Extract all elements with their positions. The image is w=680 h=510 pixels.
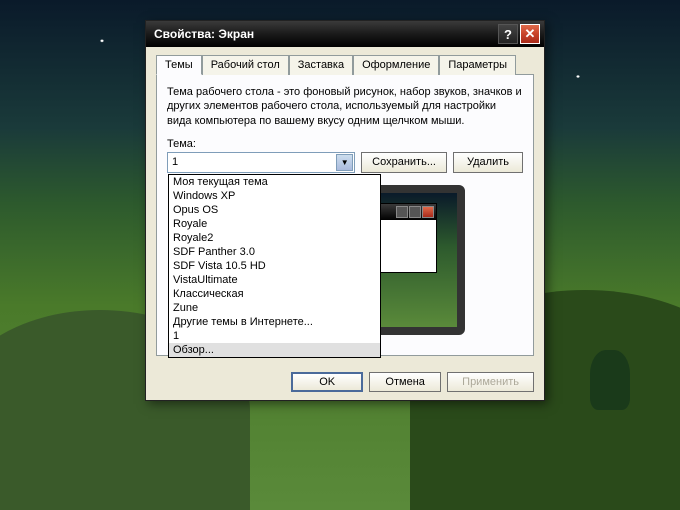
tab-themes[interactable]: Темы: [156, 55, 202, 75]
theme-option-browse[interactable]: Обзор...: [169, 343, 380, 357]
theme-option[interactable]: 1: [169, 329, 380, 343]
save-button[interactable]: Сохранить...: [361, 152, 447, 173]
close-button[interactable]: ✕: [520, 24, 540, 44]
display-properties-dialog: Свойства: Экран ? ✕ Темы Рабочий стол За…: [145, 20, 545, 401]
close-icon: [422, 206, 434, 218]
tab-settings[interactable]: Параметры: [439, 55, 516, 75]
theme-option[interactable]: Royale2: [169, 231, 380, 245]
theme-option[interactable]: SDF Panther 3.0: [169, 245, 380, 259]
theme-option[interactable]: Классическая: [169, 287, 380, 301]
tab-strip: Темы Рабочий стол Заставка Оформление Па…: [156, 55, 534, 75]
apply-button[interactable]: Применить: [447, 372, 534, 392]
theme-dropdown-value: 1: [172, 156, 178, 168]
titlebar-title: Свойства: Экран: [154, 27, 496, 41]
help-icon: ?: [504, 27, 512, 42]
theme-option[interactable]: VistaUltimate: [169, 273, 380, 287]
wallpaper-tree: [590, 350, 630, 410]
help-button[interactable]: ?: [498, 24, 518, 44]
theme-row: 1 ▼ Моя текущая тема Windows XP Opus OS …: [167, 152, 523, 173]
tab-desktop[interactable]: Рабочий стол: [202, 55, 289, 75]
tab-appearance[interactable]: Оформление: [353, 55, 439, 75]
maximize-icon: [409, 206, 421, 218]
theme-description: Тема рабочего стола - это фоновый рисуно…: [167, 85, 523, 128]
theme-option[interactable]: Royale: [169, 217, 380, 231]
close-icon: ✕: [525, 26, 536, 42]
tab-screensaver[interactable]: Заставка: [289, 55, 353, 75]
dialog-footer: OK Отмена Применить: [146, 364, 544, 400]
theme-label: Тема:: [167, 138, 523, 150]
theme-dropdown-list: Моя текущая тема Windows XP Opus OS Roya…: [168, 174, 381, 358]
ok-button[interactable]: OK: [291, 372, 363, 392]
chevron-down-icon[interactable]: ▼: [336, 154, 353, 171]
theme-option[interactable]: Zune: [169, 301, 380, 315]
theme-option[interactable]: Windows XP: [169, 189, 380, 203]
dialog-body: Темы Рабочий стол Заставка Оформление Па…: [146, 47, 544, 364]
theme-option[interactable]: Другие темы в Интернете...: [169, 315, 380, 329]
theme-option[interactable]: SDF Vista 10.5 HD: [169, 259, 380, 273]
theme-dropdown[interactable]: 1 ▼ Моя текущая тема Windows XP Opus OS …: [167, 152, 355, 173]
tab-content: Тема рабочего стола - это фоновый рисуно…: [156, 75, 534, 356]
theme-option[interactable]: Opus OS: [169, 203, 380, 217]
cancel-button[interactable]: Отмена: [369, 372, 441, 392]
delete-button[interactable]: Удалить: [453, 152, 523, 173]
minimize-icon: [396, 206, 408, 218]
theme-option[interactable]: Моя текущая тема: [169, 175, 380, 189]
titlebar[interactable]: Свойства: Экран ? ✕: [146, 21, 544, 47]
